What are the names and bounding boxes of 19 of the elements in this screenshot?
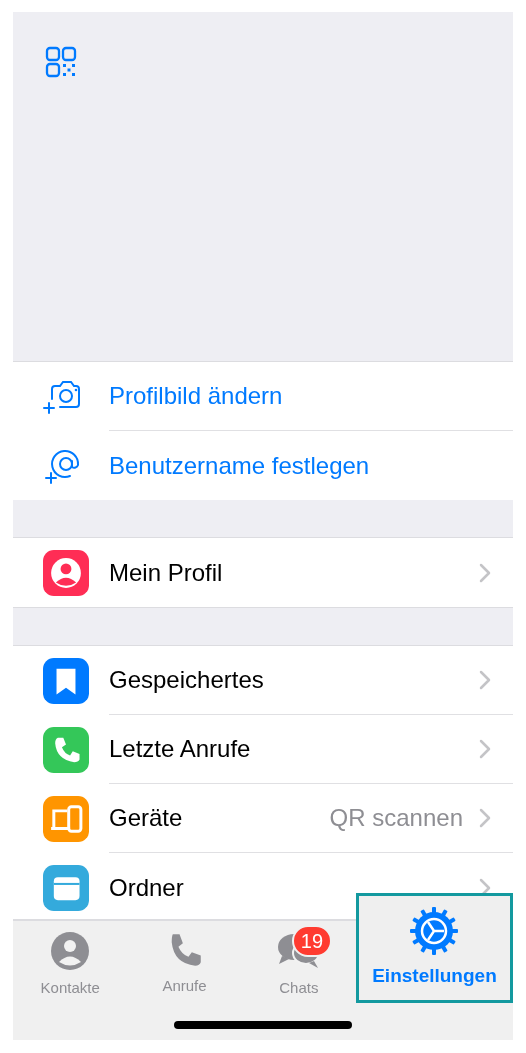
menu-item-label: Ordner <box>109 872 185 903</box>
tab[interactable]: 19 Chats <box>241 921 356 1000</box>
tab[interactable]: Anrufe <box>127 921 242 998</box>
tab[interactable]: Einstellungen <box>356 893 513 1003</box>
chevron-right-icon <box>479 670 491 690</box>
menu-item-label: Geräte <box>109 803 184 833</box>
unread-badge: 19 <box>291 925 333 957</box>
chevron-right-icon <box>479 739 491 759</box>
qr-code-icon[interactable] <box>45 46 77 78</box>
menu-item-label: Mein Profil <box>109 557 224 588</box>
tab[interactable]: Kontakte <box>13 921 128 1000</box>
menu-item-label: Letzte Anrufe <box>109 734 252 764</box>
menu-item-value: QR scannen <box>329 803 463 833</box>
person-icon <box>50 931 91 971</box>
chevron-right-icon <box>479 562 491 583</box>
action-label: Benutzername festlegen <box>109 450 370 481</box>
action-label: Profilbild ändern <box>109 381 283 411</box>
menu-item-label: Gespeichertes <box>109 665 265 695</box>
chevron-right-icon <box>479 808 491 828</box>
